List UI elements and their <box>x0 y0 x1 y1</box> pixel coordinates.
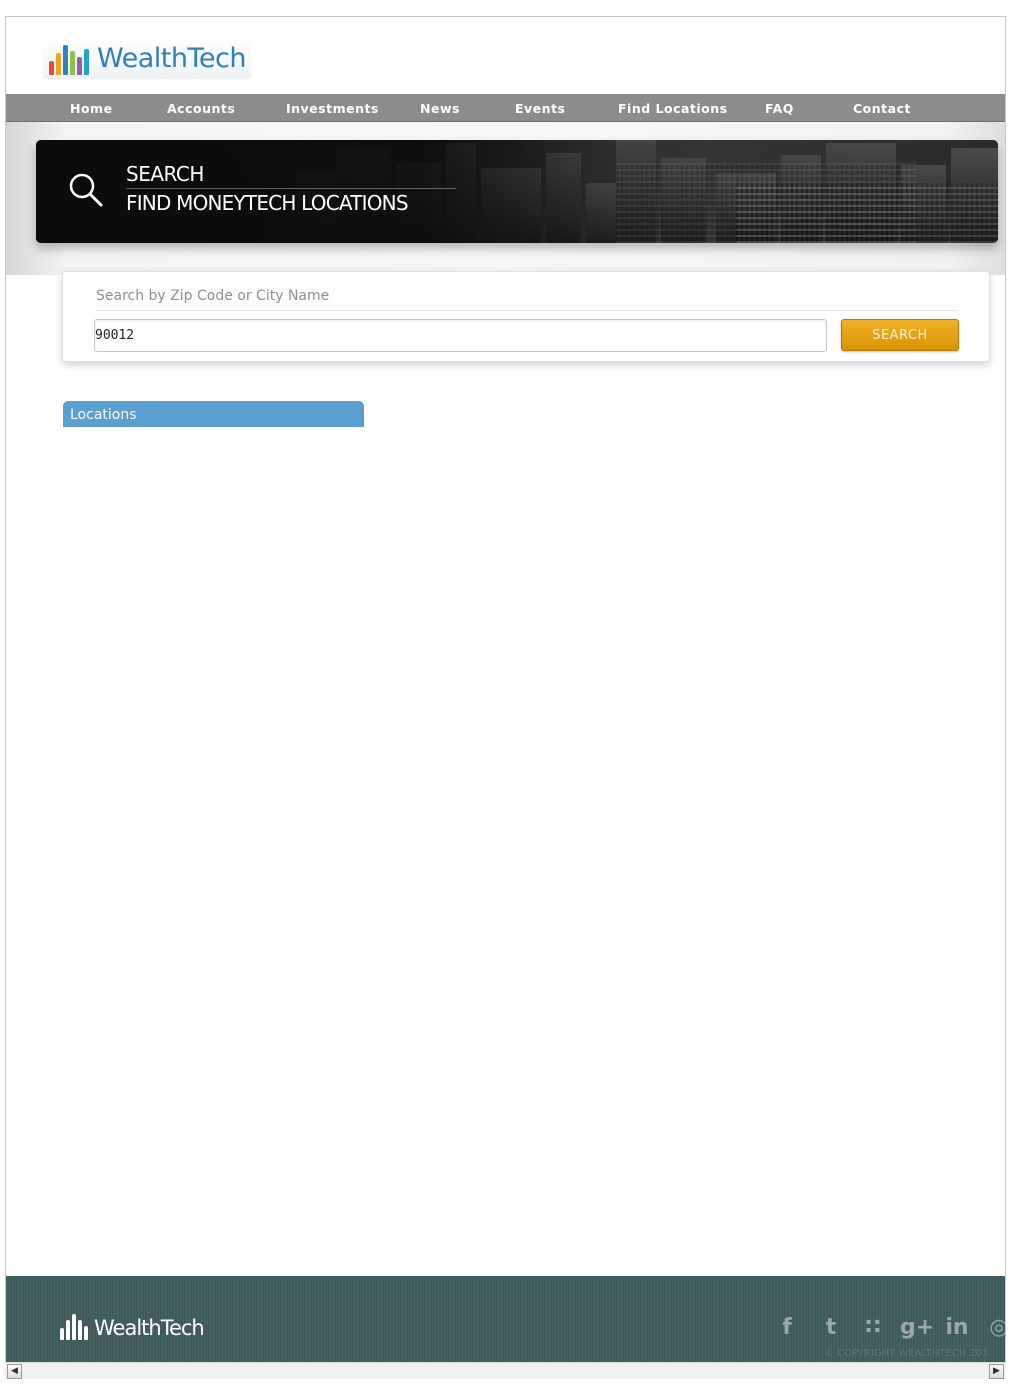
nav-faq[interactable]: FAQ <box>765 101 794 116</box>
search-banner: SEARCH FIND MONEYTECH LOCATIONS <box>36 140 998 243</box>
logo-bars-icon <box>49 41 89 75</box>
dribbble-icon[interactable]: ◎ <box>984 1314 1005 1342</box>
search-label: Search by Zip Code or City Name <box>96 288 330 304</box>
footer-logo[interactable]: WealthTech <box>60 1314 205 1340</box>
footer-logo-text: WealthTech <box>94 1316 205 1340</box>
zip-city-search-input[interactable] <box>94 319 827 352</box>
main-nav: Home Accounts Investments News Events Fi… <box>6 94 1005 122</box>
search-icon <box>69 173 103 207</box>
scroll-right-icon[interactable]: ▶ <box>989 1364 1004 1379</box>
banner-divider <box>126 188 456 189</box>
linkedin-icon[interactable]: in <box>942 1314 972 1342</box>
google-plus-icon[interactable]: g+ <box>900 1314 934 1342</box>
footer: WealthTech f t ∷ g+ in ◎ © COPYRIGHT WEA… <box>6 1276 1005 1362</box>
copyright-text: © COPYRIGHT WEALTHTECH 201 <box>824 1348 989 1359</box>
nav-accounts[interactable]: Accounts <box>167 101 235 116</box>
nav-find-locations[interactable]: Find Locations <box>618 101 728 116</box>
nav-news[interactable]: News <box>420 101 460 116</box>
nav-contact[interactable]: Contact <box>853 101 911 116</box>
nav-events[interactable]: Events <box>515 101 565 116</box>
facebook-icon[interactable]: f <box>772 1314 802 1342</box>
banner-subtitle: FIND MONEYTECH LOCATIONS <box>126 191 409 215</box>
wealthtech-logo[interactable]: WealthTech <box>43 37 251 79</box>
scroll-left-icon[interactable]: ◀ <box>7 1364 22 1379</box>
search-button[interactable]: SEARCH <box>841 319 959 351</box>
page-frame: WealthTech Home Accounts Investments New… <box>5 16 1006 1362</box>
search-divider <box>95 310 957 311</box>
nav-investments[interactable]: Investments <box>286 101 379 116</box>
nav-home[interactable]: Home <box>70 101 113 116</box>
footer-logo-bars-icon <box>60 1314 88 1340</box>
search-panel: Search by Zip Code or City Name SEARCH <box>62 271 990 362</box>
horizontal-scrollbar[interactable]: ◀ ▶ <box>5 1362 1006 1379</box>
banner-title: SEARCH <box>126 162 204 186</box>
rss-icon[interactable]: ∷ <box>858 1314 888 1342</box>
twitter-icon[interactable]: t <box>816 1314 846 1342</box>
logo-text: WealthTech <box>97 42 246 74</box>
locations-header: Locations <box>63 401 364 427</box>
